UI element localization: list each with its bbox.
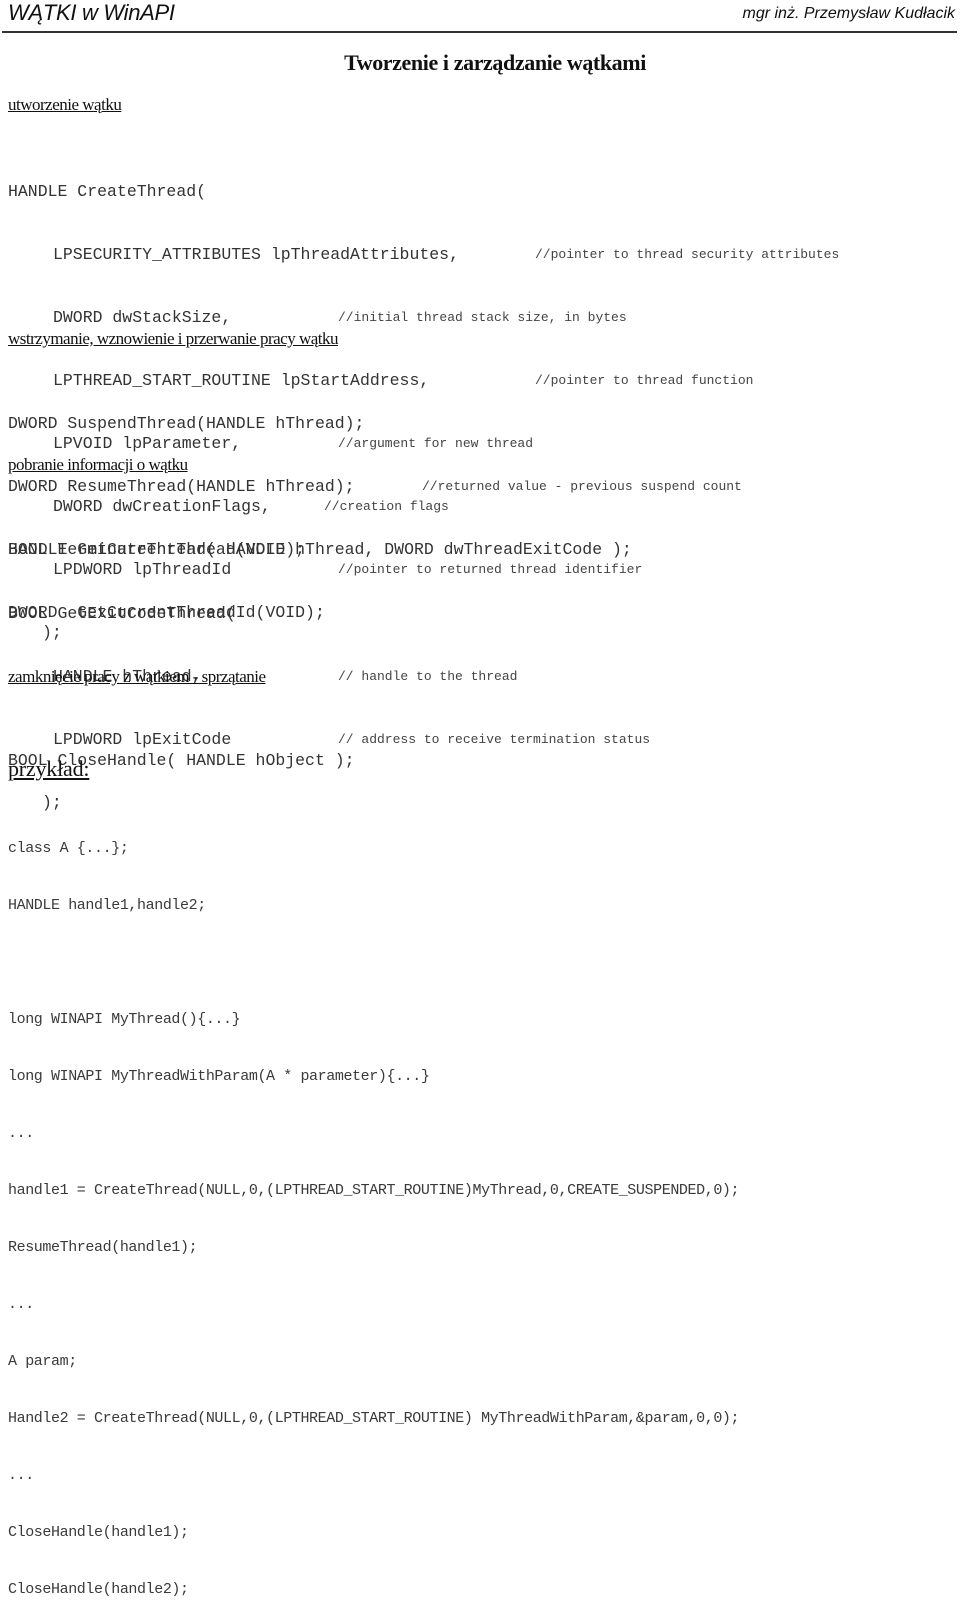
code-comment: // handle to the thread [338, 669, 518, 684]
code-line: DWORD SuspendThread(HANDLE hThread); [8, 413, 632, 434]
section-heading-create-thread: utworzenie wątku [8, 95, 122, 114]
code-line: ... [8, 1296, 34, 1313]
code-text: BOOL GetExitCodeThread( [8, 604, 236, 623]
document-header-author: mgr inż. Przemysław Kudłacik [742, 5, 956, 22]
code-text: LPSECURITY_ATTRIBUTES lpThreadAttributes… [53, 245, 459, 264]
code-block-exit-code: BOOL GetExitCodeThread( HANDLE hThread, /… [8, 561, 650, 834]
code-line: BOOL GetExitCodeThread( [8, 603, 236, 624]
code-text: DWORD SuspendThread(HANDLE hThread); [8, 414, 365, 433]
code-line: ... [8, 1125, 34, 1142]
code-comment: //pointer to thread security attributes [535, 247, 840, 262]
code-comment: //initial thread stack size, in bytes [338, 310, 627, 325]
code-line: CloseHandle(handle2); [8, 1581, 189, 1598]
code-line: long WINAPI MyThread(){...} [8, 1011, 241, 1028]
code-line: handle1 = CreateThread(NULL,0,(LPTHREAD_… [8, 1182, 740, 1199]
code-line: HANDLE CreateThread( [8, 181, 459, 202]
code-text: HANDLE CreateThread( [8, 182, 207, 201]
code-line: DWORD ResumeThread(HANDLE hThread); //ret… [8, 476, 742, 497]
code-line: CloseHandle(handle1); [8, 1524, 189, 1541]
code-line: A param; [8, 1353, 77, 1370]
page-title: Tworzenie i zarządzanie wątkami [344, 50, 646, 75]
code-line: LPSECURITY_ATTRIBUTES lpThreadAttributes… [8, 244, 839, 265]
document-header-title: WĄTKI w WinAPI [8, 0, 175, 25]
code-block-example: class A {...}; HANDLE handle1,handle2; l… [8, 801, 740, 1618]
code-line: Handle2 = CreateThread(NULL,0,(LPTHREAD_… [8, 1410, 740, 1427]
code-line: long WINAPI MyThreadWithParam(A * parame… [8, 1068, 430, 1085]
code-text: HANDLE GetCurrentThread(VOID); [8, 540, 306, 559]
section-heading-thread-info: pobranie informacji o wątku [8, 455, 188, 474]
code-line: ... [8, 1467, 34, 1484]
code-line: HANDLE handle1,handle2; [8, 897, 206, 914]
code-line: ResumeThread(handle1); [8, 1239, 198, 1256]
code-text: DWORD ResumeThread(HANDLE hThread); [8, 477, 355, 496]
code-text: DWORD dwStackSize, [53, 308, 232, 327]
code-comment: // address to receive termination status [338, 732, 651, 747]
section-heading-example: przykład: [8, 756, 90, 781]
code-line: HANDLE GetCurrentThread(VOID); [8, 539, 325, 560]
section-heading-suspend-resume: wstrzymanie, wznowienie i przerwanie pra… [8, 329, 339, 348]
section-heading-close-thread: zamknięcie pracy z wątkiem - sprzątanie [8, 667, 266, 686]
code-line: class A {...}; [8, 840, 129, 857]
header-divider [2, 31, 957, 33]
code-line: DWORD dwStackSize, //initial thread stack… [8, 307, 627, 328]
code-comment: //returned value - previous suspend coun… [422, 479, 742, 494]
